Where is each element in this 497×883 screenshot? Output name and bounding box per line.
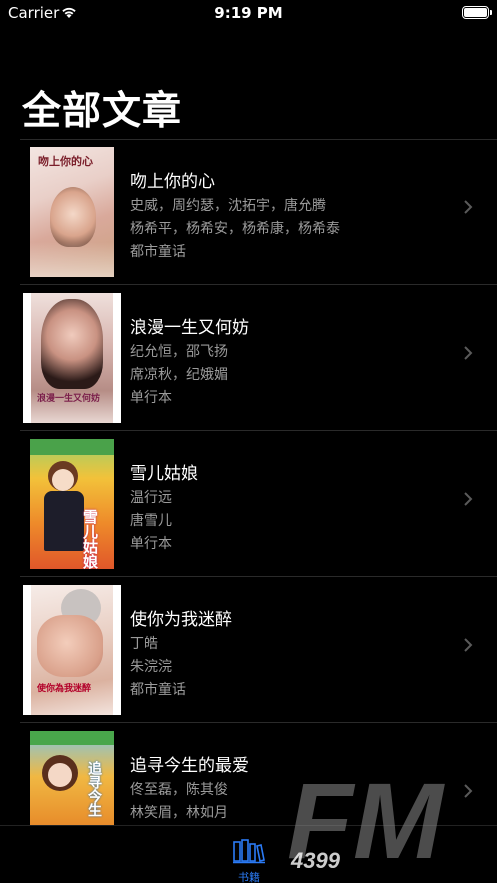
- book-characters: 丁皓: [130, 636, 158, 652]
- svg-text:4399: 4399: [290, 848, 341, 870]
- book-category: 单行本: [130, 390, 172, 406]
- book-characters: 史威，周约瑟，沈拓宇，唐允腾: [130, 198, 326, 214]
- book-title: 浪漫一生又何妨: [130, 318, 249, 338]
- chevron-right-icon: [464, 346, 473, 360]
- tab-label: 书籍: [238, 871, 260, 883]
- book-title: 雪儿姑娘: [130, 464, 198, 484]
- book-list[interactable]: 吻上你的心 吻上你的心 史威，周约瑟，沈拓宇，唐允腾 杨希平，杨希安，杨希康，杨…: [0, 139, 497, 825]
- list-item[interactable]: 吻上你的心 吻上你的心 史威，周约瑟，沈拓宇，唐允腾 杨希平，杨希安，杨希康，杨…: [0, 139, 497, 285]
- status-bar: Carrier 9:19 PM: [0, 0, 497, 30]
- cover-title: 雪儿姑娘: [81, 509, 99, 569]
- book-characters: 朱浣浣: [130, 659, 172, 675]
- watermark-logo: FM 4399: [287, 770, 445, 870]
- chevron-right-icon: [464, 492, 473, 506]
- book-cover: 浪漫一生又何妨: [23, 293, 121, 423]
- book-characters: 唐雪儿: [130, 513, 172, 529]
- tab-books[interactable]: 书籍: [229, 838, 269, 883]
- chevron-right-icon: [464, 638, 473, 652]
- page-title: 全部文章: [22, 89, 183, 134]
- book-cover: 使你為我迷醉: [23, 585, 121, 715]
- book-characters: 佟至磊，陈其俊: [130, 782, 228, 798]
- list-item[interactable]: 浪漫一生又何妨 浪漫一生又何妨 纪允恒，邵飞扬 席凉秋，纪娥媚 单行本: [0, 285, 497, 431]
- book-characters: 席凉秋，纪娥媚: [130, 367, 228, 383]
- cover-title: 追寻今生: [86, 761, 102, 817]
- cover-title: 浪漫一生又何妨: [37, 394, 101, 404]
- book-cover: 追寻今生: [30, 731, 114, 825]
- list-item[interactable]: 使你為我迷醉 使你为我迷醉 丁皓 朱浣浣 都市童话: [0, 577, 497, 723]
- cover-title: 使你為我迷醉: [37, 684, 92, 694]
- book-characters: 纪允恒，邵飞扬: [130, 344, 228, 360]
- battery-icon: [462, 6, 492, 19]
- book-title: 吻上你的心: [130, 172, 215, 192]
- book-characters: 温行远: [130, 490, 172, 506]
- book-category: 都市童话: [130, 682, 186, 698]
- bookshelf-icon: [233, 839, 265, 864]
- clock: 9:19 PM: [214, 4, 283, 22]
- book-characters: 林笑眉，林如月: [130, 805, 228, 821]
- book-category: 单行本: [130, 536, 172, 552]
- cover-title: 吻上你的心: [38, 155, 93, 168]
- chevron-right-icon: [464, 200, 473, 214]
- book-cover: 雪儿姑娘: [30, 439, 114, 569]
- book-title: 追寻今生的最爱: [130, 756, 249, 776]
- book-cover: 吻上你的心: [30, 147, 114, 277]
- list-item[interactable]: 雪儿姑娘 雪儿姑娘 温行远 唐雪儿 单行本: [0, 431, 497, 577]
- book-title: 使你为我迷醉: [130, 610, 232, 630]
- book-characters: 杨希平，杨希安，杨希康，杨希泰: [130, 221, 340, 237]
- book-category: 都市童话: [130, 244, 186, 260]
